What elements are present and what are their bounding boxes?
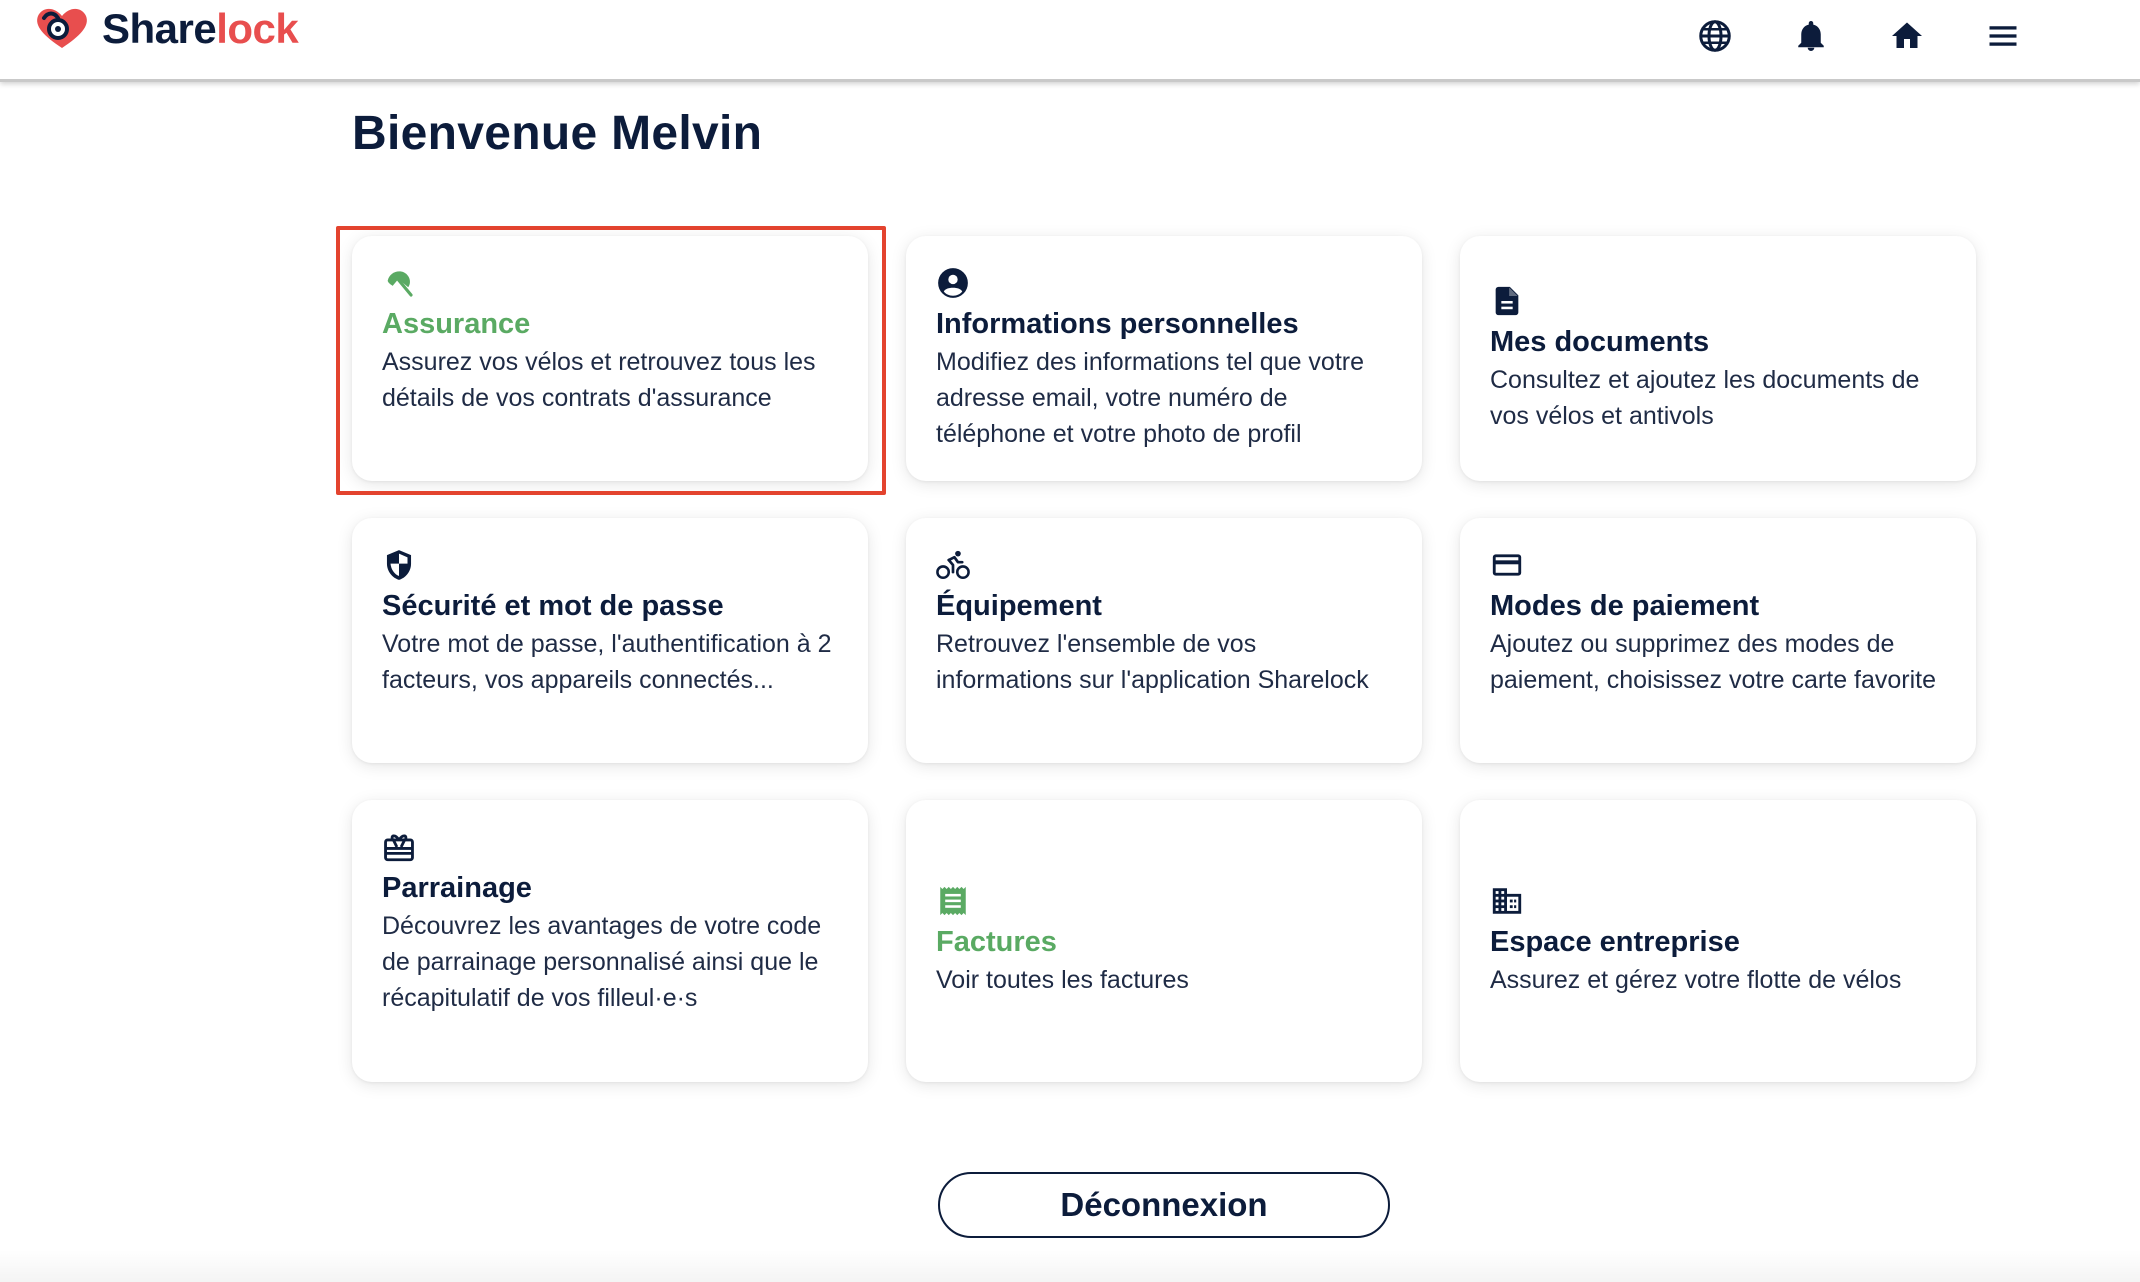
card-title: Espace entreprise — [1490, 926, 1740, 958]
card-title: Factures — [936, 926, 1057, 958]
card-title: Mes documents — [1490, 326, 1710, 358]
card-description: Assurez vos vélos et retrouvez tous les … — [382, 348, 816, 412]
card-title: Modes de paiement — [1490, 590, 1760, 622]
shield-icon — [382, 548, 416, 582]
home-button[interactable] — [1885, 14, 1929, 58]
card-description: Retrouvez l'ensemble de vos informations… — [936, 630, 1369, 694]
sharelock-logo[interactable]: Sharelock — [32, 4, 299, 54]
credit-card-icon — [1490, 548, 1524, 582]
umbrella-icon — [382, 266, 416, 300]
card-factures[interactable]: Factures Voir toutes les factures — [906, 800, 1422, 1082]
menu-button[interactable] — [1981, 14, 2025, 58]
card-assurance[interactable]: Assurance Assurez vos vélos et retrouvez… — [352, 236, 868, 481]
notifications-button[interactable] — [1789, 14, 1833, 58]
card-parrainage[interactable]: Parrainage Découvrez les avantages de vo… — [352, 800, 868, 1082]
top-bar: Sharelock — [0, 0, 2140, 82]
account-circle-icon — [936, 266, 970, 300]
page-bottom-edge — [0, 1250, 2140, 1282]
card-description: Votre mot de passe, l'authentification à… — [382, 630, 832, 694]
bike-icon — [936, 548, 970, 582]
logout-button[interactable]: Déconnexion — [938, 1172, 1390, 1238]
logo-text: Sharelock — [102, 5, 299, 53]
heart-lock-icon — [37, 8, 87, 49]
card-title: Assurance — [382, 308, 531, 340]
card-description: Consultez et ajoutez les documents de vo… — [1490, 366, 1920, 430]
menu-icon — [1989, 26, 2017, 46]
card-description: Assurez et gérez votre flotte de vélos — [1490, 966, 1902, 994]
card-securite[interactable]: Sécurité et mot de passe Votre mot de pa… — [352, 518, 868, 763]
language-button[interactable] — [1693, 14, 1737, 58]
card-title: Sécurité et mot de passe — [382, 590, 724, 622]
card-title: Informations personnelles — [936, 308, 1299, 340]
card-description: Voir toutes les factures — [936, 966, 1189, 994]
document-icon — [1490, 284, 1524, 318]
page-title: Bienvenue Melvin — [352, 107, 763, 160]
card-espace-entreprise[interactable]: Espace entreprise Assurez et gérez votre… — [1460, 800, 1976, 1082]
home-icon — [1892, 22, 1922, 48]
card-description: Ajoutez ou supprimez des modes de paieme… — [1490, 630, 1937, 694]
receipt-icon — [936, 884, 970, 918]
card-title: Parrainage — [382, 872, 532, 904]
card-modes-de-paiement[interactable]: Modes de paiement Ajoutez ou supprimez d… — [1460, 518, 1976, 763]
card-equipement[interactable]: Équipement Retrouvez l'ensemble de vos i… — [906, 518, 1422, 763]
globe-icon — [1699, 20, 1731, 52]
card-mes-documents[interactable]: Mes documents Consultez et ajoutez les d… — [1460, 236, 1976, 481]
logo-text-lock: lock — [216, 5, 299, 52]
bell-icon — [1798, 21, 1824, 51]
gift-card-icon — [382, 830, 416, 864]
card-title: Équipement — [936, 590, 1102, 622]
card-description: Découvrez les avantages de votre code de… — [382, 912, 822, 1012]
card-informations-personnelles[interactable]: Informations personnelles Modifiez des i… — [906, 236, 1422, 481]
card-description: Modifiez des informations tel que votre … — [936, 348, 1364, 448]
building-icon — [1490, 884, 1524, 918]
logo-text-share: Share — [102, 5, 217, 52]
